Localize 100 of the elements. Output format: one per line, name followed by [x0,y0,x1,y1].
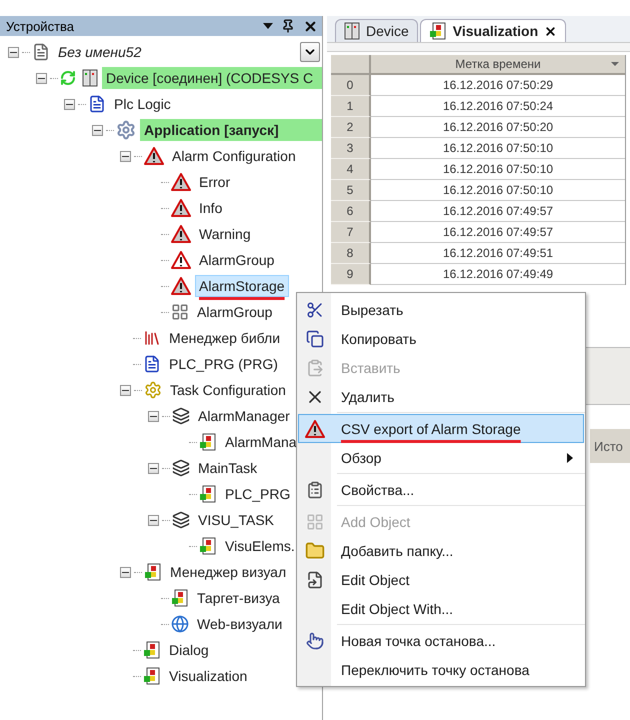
warning-icon [144,147,164,165]
menu-item[interactable]: Удалить [298,382,584,411]
table-corner [331,55,371,75]
tree-item[interactable]: AlarmMana [221,431,301,453]
tree-item[interactable]: Dialog [165,639,213,661]
panel-title: Устройства [6,18,76,34]
row-number: 2 [331,117,371,138]
tree-item[interactable]: AlarmGroup [193,301,276,323]
tree-item[interactable]: AlarmStorage [195,275,289,297]
menu-item[interactable]: Edit Object With... [298,594,584,623]
table-cell: 16.12.2016 07:50:20 [371,117,625,138]
layers-icon [172,459,190,477]
collapse-toggle[interactable] [92,124,103,136]
editor-tab[interactable]: Visualization [420,19,566,42]
visual-object-icon [428,22,447,40]
tree-item[interactable]: VISU_TASK [194,509,278,531]
tree-item[interactable]: PLC_PRG [221,483,294,505]
table-cell: 16.12.2016 07:50:10 [371,159,625,180]
collapse-toggle[interactable] [120,150,131,162]
table-icon [171,303,189,321]
logic-document-icon [88,95,106,113]
collapse-toggle[interactable] [120,566,131,578]
row-number: 5 [331,180,371,201]
menu-item[interactable]: Обзор [298,443,584,472]
tree-item[interactable]: Менеджер визуал [166,561,290,583]
table-cell: 16.12.2016 07:49:51 [371,243,625,264]
hand-icon [306,632,324,650]
visual-object-icon [171,589,189,607]
tree-item[interactable]: VisuElems. [221,535,299,557]
table-cell: 16.12.2016 07:49:57 [371,201,625,222]
document-icon [143,355,161,373]
row-number: 0 [331,75,371,96]
pin-icon[interactable] [281,19,295,33]
tree-item[interactable]: AlarmGroup [195,249,278,271]
menu-item[interactable]: Вырезать [298,295,584,324]
sync-icon [60,70,76,86]
warning-icon [305,420,325,438]
books-icon [143,329,161,347]
row-number: 1 [331,96,371,117]
tree-item[interactable]: Info [195,197,226,219]
tree-item[interactable]: Без имени52 [54,41,146,63]
menu-item[interactable]: Новая точка останова... [298,626,584,655]
tree-item[interactable]: Warning [195,223,255,245]
row-number: 8 [331,243,371,264]
menu-item[interactable]: Edit Object [298,565,584,594]
row-number: 4 [331,159,371,180]
row-number: 3 [331,138,371,159]
tree-item[interactable]: PLC_PRG (PRG) [165,353,282,375]
globe-icon [171,615,189,633]
document-icon [32,43,50,61]
visual-object-icon [144,563,162,581]
close-icon[interactable] [544,24,558,38]
collapse-toggle[interactable] [120,384,131,396]
row-number: 9 [331,264,371,285]
row-number: 7 [331,222,371,243]
column-header[interactable]: Метка времени [371,55,625,75]
tree-item[interactable]: Application [запуск] [140,119,322,141]
tree-item[interactable]: AlarmManager [194,405,294,427]
dropdown-arrow-icon[interactable] [263,23,273,29]
tree-item[interactable]: Alarm Configuration [168,145,300,167]
collapse-toggle[interactable] [148,410,159,422]
copy-icon [306,330,324,348]
tree-item[interactable]: Error [195,171,234,193]
tree-item[interactable]: Task Configuration [166,379,290,401]
tree-item[interactable]: MainTask [194,457,262,479]
collapse-toggle[interactable] [64,98,75,110]
menu-item[interactable]: CSV export of Alarm Storage [298,414,584,443]
tree-item[interactable]: Plc Logic [110,93,175,115]
collapse-toggle[interactable] [148,514,159,526]
visual-object-icon [199,433,217,451]
close-icon[interactable] [303,18,318,34]
editor-tab[interactable]: Device [335,19,418,42]
sort-arrow-icon [611,62,619,66]
tree-item[interactable]: Таргет-визуа [193,587,284,609]
menu-item[interactable]: Свойства... [298,475,584,504]
warning-icon [171,251,191,269]
visual-object-icon [199,485,217,503]
document-arrow-icon [306,570,324,588]
table-cell: 16.12.2016 07:49:49 [371,264,625,285]
collapse-toggle[interactable] [36,72,47,84]
tree-item[interactable]: Device [соединен] (CODESYS C [102,67,322,89]
visual-object-icon [143,641,161,659]
collapse-toggle[interactable] [148,462,159,474]
table-cell: 16.12.2016 07:49:57 [371,222,625,243]
column-header[interactable]: Исто [590,429,630,463]
layers-icon [172,511,190,529]
dropdown-button[interactable] [300,42,320,62]
menu-item[interactable]: Добавить папку... [298,536,584,565]
warning-icon [171,225,191,243]
tree-item[interactable]: Менеджер библи [165,327,284,349]
tree-item[interactable]: Web-визуали [193,613,286,635]
menu-item[interactable]: Переключить точку останова [298,655,584,684]
properties-icon [306,480,324,498]
menu-item[interactable]: Копировать [298,324,584,353]
table-cell: 16.12.2016 07:50:10 [371,180,625,201]
visual-object-icon [143,667,161,685]
table-cell: 16.12.2016 07:50:29 [371,75,625,96]
tree-item[interactable]: Visualization [165,665,252,687]
scissors-icon [306,300,324,318]
collapse-toggle[interactable] [8,46,19,58]
